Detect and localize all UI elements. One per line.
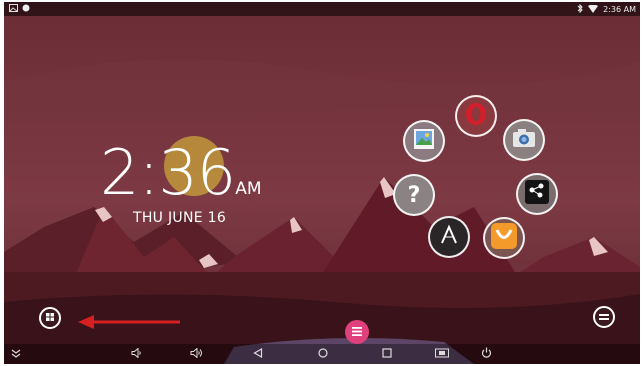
camera-icon bbox=[512, 128, 536, 153]
clock-ampm: AM bbox=[235, 179, 262, 199]
home-icon bbox=[318, 345, 328, 363]
volume-up-icon bbox=[190, 345, 203, 363]
power-button[interactable] bbox=[478, 347, 494, 361]
screenshot-icon bbox=[435, 345, 449, 363]
autocad-icon bbox=[525, 179, 549, 209]
camera-app-button[interactable] bbox=[503, 119, 545, 161]
wifi-icon bbox=[588, 4, 599, 15]
help-app-button[interactable]: ? bbox=[393, 174, 435, 216]
back-icon bbox=[253, 345, 263, 363]
autocad-app-button[interactable] bbox=[516, 173, 558, 215]
recents-button[interactable] bbox=[379, 347, 395, 361]
letter-a-icon bbox=[438, 224, 460, 251]
volume-up-button[interactable] bbox=[188, 347, 204, 361]
recents-icon bbox=[382, 345, 392, 363]
volume-down-icon bbox=[131, 345, 142, 363]
status-bar: 2:36 AM bbox=[4, 2, 640, 16]
opera-icon bbox=[464, 102, 488, 131]
dot-notification-icon bbox=[22, 4, 30, 14]
clock-time: 2:36 bbox=[100, 136, 236, 209]
photos-app-button[interactable] bbox=[403, 120, 445, 162]
gallery-notification-icon bbox=[9, 4, 18, 14]
clock-widget[interactable]: 2:36AM THU JUNE 16 bbox=[100, 142, 262, 227]
glam-launcher-app-button[interactable] bbox=[428, 216, 470, 258]
home-button[interactable] bbox=[315, 347, 331, 361]
status-time: 2:36 AM bbox=[603, 5, 636, 14]
launcher-home-button[interactable] bbox=[345, 320, 369, 344]
question-mark-icon: ? bbox=[407, 182, 421, 208]
back-button[interactable] bbox=[250, 347, 266, 361]
collapse-icon bbox=[11, 345, 21, 363]
annotation-arrow bbox=[78, 314, 182, 335]
gallery-icon bbox=[413, 128, 435, 155]
collapse-nav-button[interactable] bbox=[8, 347, 24, 361]
opera-app-button[interactable] bbox=[455, 95, 497, 137]
right-menu-button[interactable] bbox=[593, 306, 615, 328]
grid-icon bbox=[45, 309, 55, 327]
menu-lines-icon bbox=[599, 308, 609, 326]
clock-date: THU JUNE 16 bbox=[133, 210, 227, 226]
aliexpress-app-button[interactable] bbox=[483, 217, 525, 259]
bluetooth-icon bbox=[577, 3, 583, 15]
app-drawer-button[interactable] bbox=[39, 307, 61, 329]
screenshot-button[interactable] bbox=[434, 347, 450, 361]
aliexpress-icon bbox=[491, 222, 517, 254]
navigation-bar bbox=[4, 344, 640, 364]
home-screen: 2:36 AM 2:36AM THU JUNE 16 ? bbox=[4, 2, 640, 364]
power-icon bbox=[481, 345, 492, 363]
hamburger-icon bbox=[352, 323, 362, 341]
volume-down-button[interactable] bbox=[128, 347, 144, 361]
